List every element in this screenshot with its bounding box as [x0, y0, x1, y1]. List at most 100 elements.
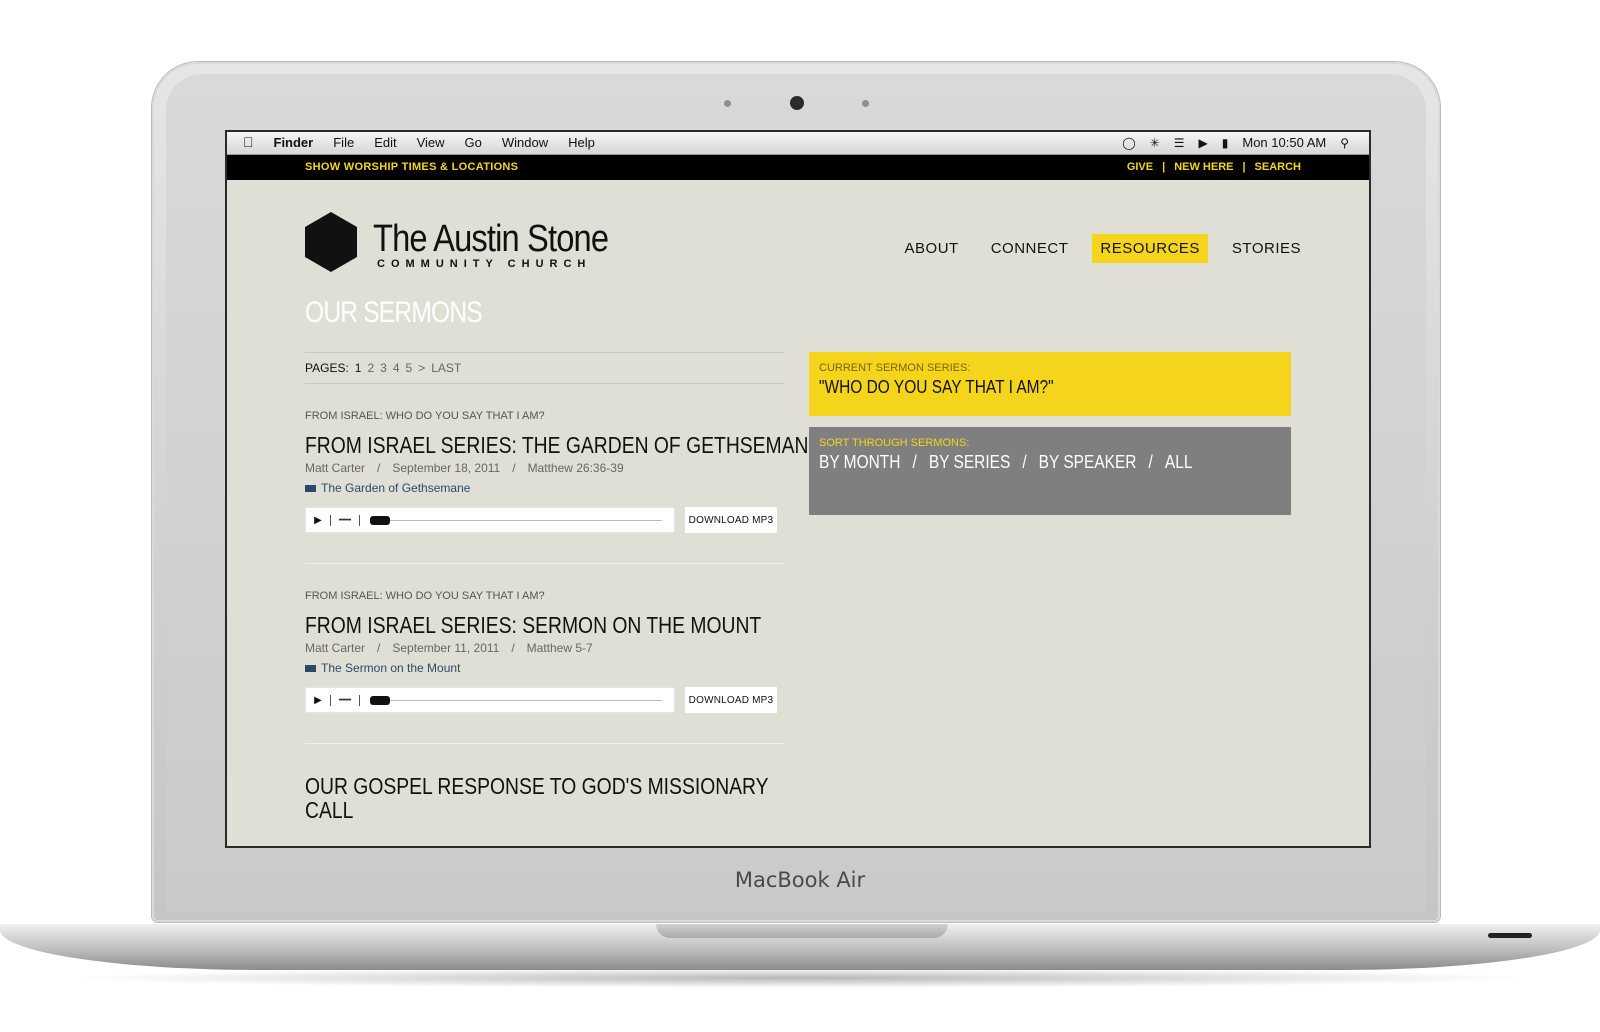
divider	[305, 383, 785, 384]
sort-label: SORT THROUGH SERMONS:	[819, 437, 970, 449]
sermon-item: FROM ISRAEL: WHO DO YOU SAY THAT I AM? F…	[305, 590, 785, 744]
page-next-link[interactable]: >	[418, 361, 425, 375]
sort-by-month-link[interactable]: BY MONTH	[819, 452, 900, 473]
sort-all-link[interactable]: ALL	[1165, 452, 1193, 473]
show-worship-times-link[interactable]: SHOW WORSHIP TIMES & LOCATIONS	[305, 161, 518, 173]
bluetooth-icon[interactable]: ✳	[1150, 136, 1160, 150]
volume-icon[interactable]: ━━	[331, 514, 360, 526]
audio-player: ▶ ━━	[305, 687, 675, 713]
audio-scrubber-handle[interactable]	[370, 515, 390, 525]
pager-label: PAGES:	[305, 361, 349, 375]
menu-view[interactable]: View	[417, 135, 445, 150]
menubar-clock[interactable]: Mon 10:50 AM	[1242, 135, 1326, 150]
menu-edit[interactable]: Edit	[374, 135, 396, 150]
sermon-speaker[interactable]: Matt Carter	[305, 641, 365, 655]
video-title[interactable]: The Sermon on the Mount	[321, 661, 460, 675]
wifi-icon[interactable]: ☰	[1174, 136, 1185, 150]
audio-row: ▶ ━━ DOWNLOAD MP3	[305, 507, 785, 533]
audio-progress-track[interactable]	[370, 695, 662, 705]
meta-separator: /	[512, 461, 516, 475]
spotlight-icon[interactable]: ⚲	[1340, 136, 1349, 150]
sermon-series-kicker[interactable]: FROM ISRAEL: WHO DO YOU SAY THAT I AM?	[305, 590, 785, 602]
sort-separator: /	[912, 452, 917, 472]
page-last-link[interactable]: LAST	[431, 361, 461, 375]
page-link-3[interactable]: 3	[380, 361, 387, 375]
sermon-video-link[interactable]: The Sermon on the Mount	[305, 661, 785, 675]
nav-stories[interactable]: STORIES	[1224, 234, 1309, 263]
download-mp3-button[interactable]: DOWNLOAD MP3	[685, 507, 777, 533]
sermon-speaker[interactable]: Matt Carter	[305, 461, 365, 475]
audio-row: ▶ ━━ DOWNLOAD MP3	[305, 687, 785, 713]
sermon-list: PAGES: 1 2 3 4 5 > LAST FROM ISRAEL: WHO…	[305, 352, 821, 822]
menu-file[interactable]: File	[333, 135, 354, 150]
sort-separator: /	[1148, 452, 1153, 472]
screen:  Finder File Edit View Go Window Help ◯…	[225, 130, 1371, 848]
sensor-dot	[862, 100, 869, 107]
sort-sermons-box: SORT THROUGH SERMONS: BY MONTH / BY SERI…	[809, 427, 1291, 515]
give-link[interactable]: GIVE	[1127, 161, 1153, 173]
video-camera-icon	[305, 484, 316, 492]
sort-links: BY MONTH / BY SERIES / BY SPEAKER / ALL	[819, 452, 1216, 473]
page-link-2[interactable]: 2	[367, 361, 374, 375]
page-title: OUR SERMONS	[305, 296, 483, 329]
logo-name[interactable]: The Austin Stone	[373, 218, 609, 261]
logo-subtitle: COMMUNITY CHURCH	[377, 258, 592, 270]
sermon-item: FROM ISRAEL: WHO DO YOU SAY THAT I AM? F…	[305, 410, 821, 564]
page-link-4[interactable]: 4	[393, 361, 400, 375]
page-link-5[interactable]: 5	[406, 361, 413, 375]
volume-icon[interactable]: ▶	[1199, 136, 1208, 150]
laptop-hinge	[656, 924, 948, 938]
sermon-scripture: Matthew 26:36-39	[527, 461, 624, 475]
page-link-1[interactable]: 1	[355, 361, 362, 375]
device-brand: MacBook Air	[734, 868, 866, 892]
meta-separator: /	[377, 461, 381, 475]
chat-icon[interactable]: ◯	[1122, 136, 1135, 150]
apple-icon[interactable]: 	[243, 135, 254, 150]
audio-player: ▶ ━━	[305, 507, 675, 533]
nav-resources[interactable]: RESOURCES	[1092, 234, 1208, 263]
menu-help[interactable]: Help	[568, 135, 595, 150]
volume-icon[interactable]: ━━	[331, 694, 360, 706]
divider	[305, 743, 785, 744]
sermon-video-link[interactable]: The Garden of Gethsemane	[305, 481, 785, 495]
current-series-box[interactable]: CURRENT SERMON SERIES: "WHO DO YOU SAY T…	[809, 352, 1291, 416]
main-nav: ABOUT CONNECT RESOURCES STORIES	[897, 234, 1309, 263]
sermon-date: September 18, 2011	[392, 461, 501, 475]
menu-app-finder[interactable]: Finder	[274, 135, 314, 150]
laptop-port	[1488, 933, 1532, 938]
sermon-title[interactable]: FROM ISRAEL SERIES: THE GARDEN OF GETHSE…	[305, 432, 821, 459]
meta-separator: /	[511, 641, 515, 655]
current-series-title[interactable]: "WHO DO YOU SAY THAT I AM?"	[819, 377, 1216, 398]
sermon-scripture: Matthew 5-7	[526, 641, 593, 655]
sort-by-speaker-link[interactable]: BY SPEAKER	[1039, 452, 1137, 473]
logo-hexagon-icon[interactable]	[305, 212, 357, 272]
audio-scrubber-handle[interactable]	[370, 695, 390, 705]
sermon-meta: Matt Carter / September 11, 2011 / Matth…	[305, 641, 785, 655]
audio-progress-track[interactable]	[370, 515, 662, 525]
pagination: PAGES: 1 2 3 4 5 > LAST	[305, 353, 785, 383]
meta-separator: /	[377, 641, 381, 655]
utility-bar: SHOW WORSHIP TIMES & LOCATIONS GIVE | NE…	[227, 155, 1369, 180]
sermon-title[interactable]: FROM ISRAEL SERIES: SERMON ON THE MOUNT	[305, 612, 761, 639]
laptop-shadow	[60, 968, 1540, 988]
sort-by-series-link[interactable]: BY SERIES	[929, 452, 1010, 473]
sidebar: CURRENT SERMON SERIES: "WHO DO YOU SAY T…	[809, 352, 1291, 515]
video-title[interactable]: The Garden of Gethsemane	[321, 481, 470, 495]
sermon-series-kicker[interactable]: FROM ISRAEL: WHO DO YOU SAY THAT I AM?	[305, 410, 785, 422]
battery-icon[interactable]: ▮	[1222, 136, 1229, 150]
play-icon[interactable]: ▶	[306, 514, 331, 526]
nav-about[interactable]: ABOUT	[897, 234, 967, 263]
search-link[interactable]: SEARCH	[1255, 161, 1301, 173]
play-icon[interactable]: ▶	[306, 694, 331, 706]
menu-window[interactable]: Window	[502, 135, 548, 150]
sermon-date: September 11, 2011	[392, 641, 500, 655]
sermon-meta: Matt Carter / September 18, 2011 / Matth…	[305, 461, 785, 475]
sermon-title[interactable]: OUR GOSPEL RESPONSE TO GOD'S MISSIONARY …	[305, 774, 775, 822]
menu-go[interactable]: Go	[465, 135, 482, 150]
separator: |	[1162, 161, 1166, 173]
download-mp3-button[interactable]: DOWNLOAD MP3	[685, 687, 777, 713]
video-camera-icon	[305, 664, 316, 672]
current-series-label: CURRENT SERMON SERIES:	[819, 362, 971, 374]
nav-connect[interactable]: CONNECT	[983, 234, 1077, 263]
new-here-link[interactable]: NEW HERE	[1174, 161, 1233, 173]
